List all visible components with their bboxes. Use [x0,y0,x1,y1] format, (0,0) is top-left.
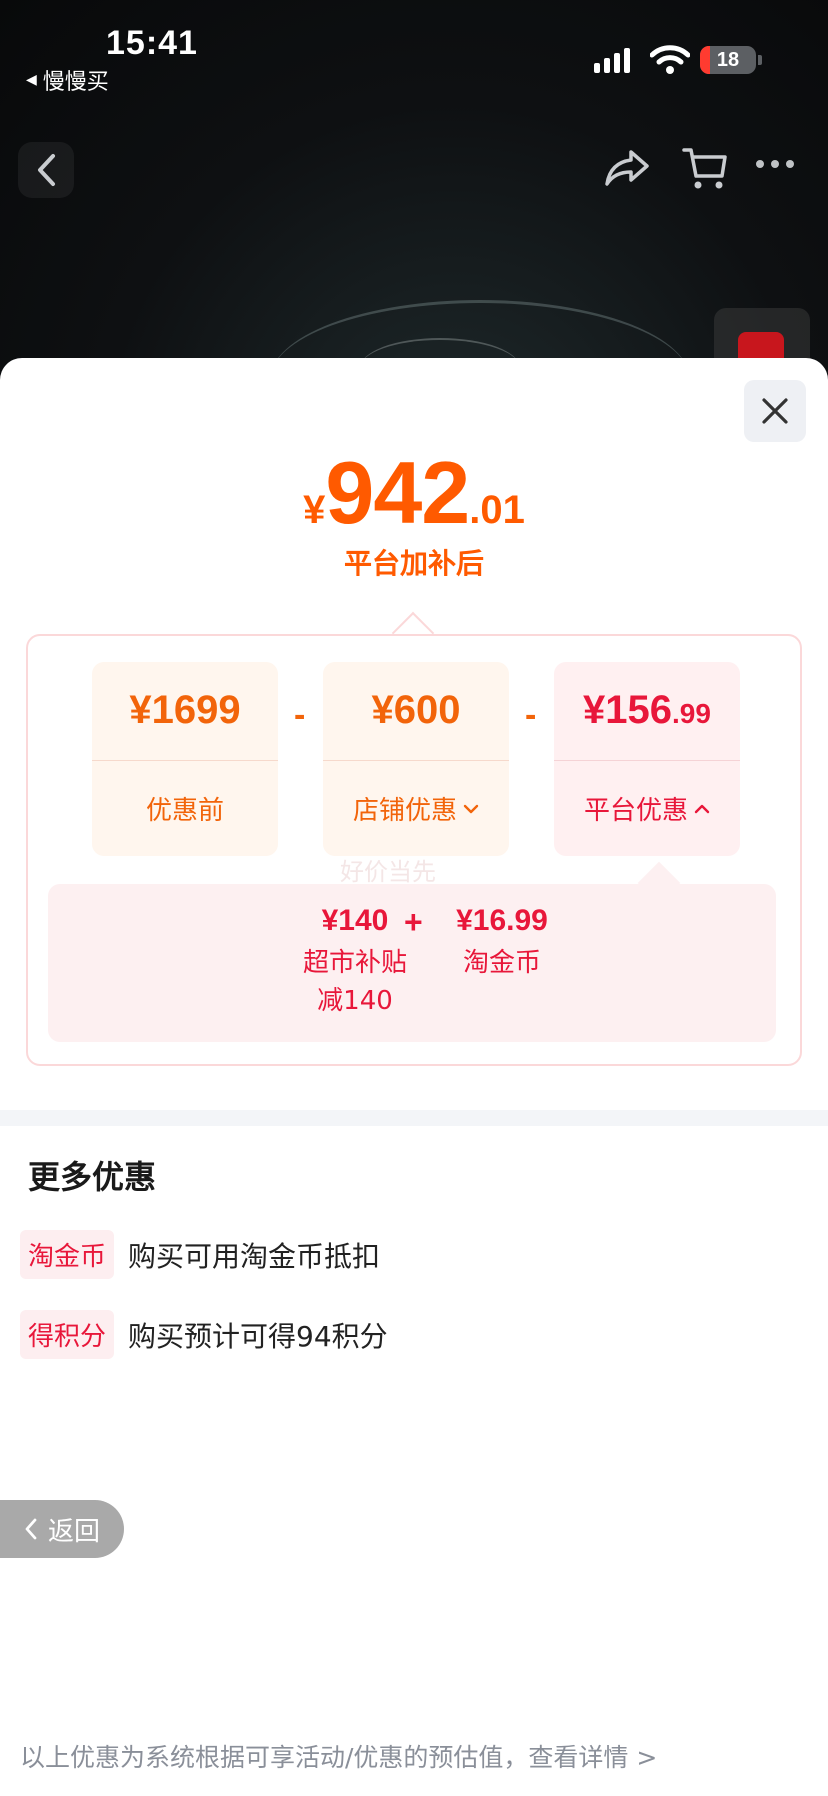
chevron-left-icon [25,1518,37,1540]
coin-item: ¥16.99 淘金币 [456,904,548,978]
battery-level-text: 18 [716,48,740,71]
tile-value: ¥1699 [129,688,241,732]
more-icon[interactable] [756,160,794,168]
wifi-icon [649,44,691,80]
offer-text: 购买预计可得94积分 [128,1319,388,1353]
details-link[interactable]: 以上优惠为系统根据可享活动/优惠的预估值，查看详情 > [20,1738,657,1774]
tile-platform-discount[interactable]: ¥156.99 平台优惠 [554,662,740,856]
more-offers-title: 更多优惠 [28,1158,157,1196]
discount-detail-sheet: ¥942.01 平台加补后 ¥1699 优惠前 - ¥600 店铺优惠 - ¥1… [0,358,828,1796]
offer-row: 淘金币 购买可用淘金币抵扣 [20,1230,380,1279]
share-button[interactable] [604,148,650,192]
tile-value: ¥156.99 [583,688,711,732]
tile-value: ¥600 [371,688,461,732]
tile-store-discount[interactable]: ¥600 店铺优惠 [323,662,509,856]
back-button[interactable] [18,142,74,198]
tile-original-price: ¥1699 优惠前 [92,662,278,856]
back-app-label: 慢慢买 [42,70,109,95]
price-integer: 942 [325,443,470,542]
price-breakdown-panel: ¥1699 优惠前 - ¥600 店铺优惠 - ¥156.99 平台优惠 好价当… [26,634,802,1066]
price-currency: ¥ [303,488,326,532]
signal-icon [594,48,630,73]
battery-icon: 18 [700,46,756,74]
offer-row: 得积分 购买预计可得94积分 [20,1310,388,1359]
minus-sign: - [525,696,537,734]
tile-label: 平台优惠 [554,790,740,827]
share-icon [605,150,649,186]
platform-discount-detail: ¥140 超市补贴 减140 + ¥16.99 淘金币 [48,884,776,1042]
plus-sign: + [404,904,423,940]
price-label: 平台加补后 [343,547,484,580]
close-icon [762,398,788,424]
back-triangle-icon: ◀ [26,72,37,88]
battery-tip [758,55,762,65]
close-button[interactable] [744,380,806,442]
cart-icon [682,148,727,189]
offer-tag: 得积分 [20,1310,115,1359]
return-label: 返回 [47,1516,100,1547]
final-price: ¥942.01 [0,442,828,544]
minus-sign: - [294,696,306,734]
tile-label: 店铺优惠 [323,790,509,827]
tile-label: 优惠前 [145,796,224,826]
return-button[interactable]: 返回 [0,1500,124,1558]
back-to-app-link[interactable]: ◀ 慢慢买 [26,64,109,96]
price-decimal: .01 [469,488,525,532]
offer-text: 购买可用淘金币抵扣 [128,1239,381,1273]
cart-button[interactable] [682,146,728,196]
section-divider [0,1110,828,1126]
chevron-up-icon [694,804,710,813]
back-icon [38,154,55,186]
status-time: 15:41 [106,24,198,62]
chevron-down-icon [463,804,479,813]
offer-tag: 淘金币 [20,1230,115,1279]
watermark: 好价当先 [340,858,436,886]
